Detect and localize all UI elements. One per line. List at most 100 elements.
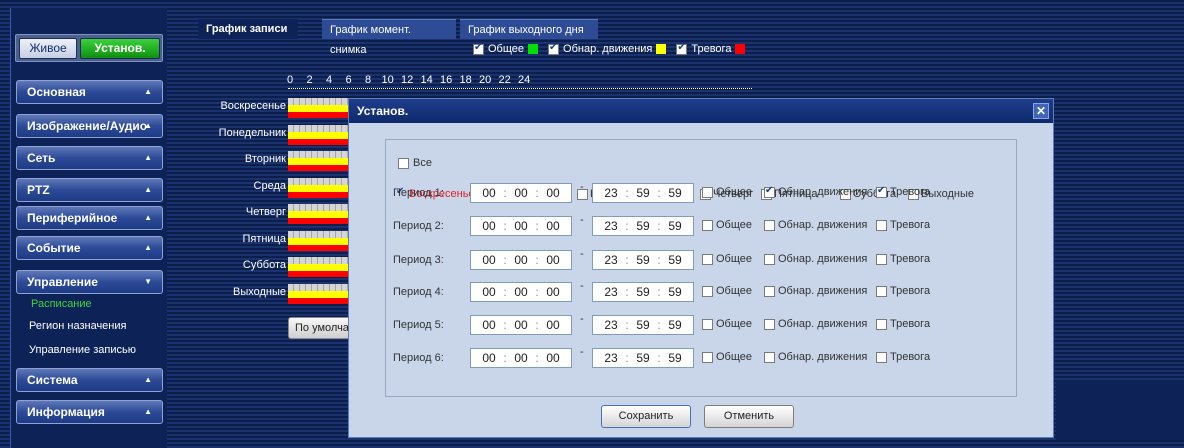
end-time-part[interactable]: 59: [632, 184, 654, 202]
menu-ptz-button[interactable]: PTZ ▲: [16, 178, 163, 202]
start-time-part[interactable]: 00: [478, 184, 500, 202]
start-time-input[interactable]: 00:00:00: [470, 216, 572, 236]
period-label: Период 6:: [393, 352, 444, 364]
end-time-part[interactable]: 59: [664, 316, 686, 334]
period-alarm-checkbox[interactable]: [876, 254, 887, 265]
start-time-part[interactable]: 00: [542, 251, 564, 269]
period-general-checkbox[interactable]: [702, 187, 713, 198]
period-general-checkbox[interactable]: [702, 220, 713, 231]
menu-network-button[interactable]: Сеть ▲: [16, 146, 163, 170]
start-time-part[interactable]: 00: [542, 217, 564, 235]
day-schedule-bar[interactable]: [288, 124, 350, 145]
period-general-checkbox[interactable]: [702, 286, 713, 297]
start-time-part[interactable]: 00: [510, 184, 532, 202]
start-time-part[interactable]: 00: [542, 349, 564, 367]
default-button[interactable]: По умолча: [288, 317, 354, 339]
period-motion-checkbox[interactable]: [764, 319, 775, 330]
end-time-part[interactable]: 23: [600, 283, 622, 301]
start-time-part[interactable]: 00: [478, 251, 500, 269]
day-schedule-bar[interactable]: [288, 257, 350, 277]
start-time-input[interactable]: 00:00:00: [470, 348, 572, 368]
period-motion-checkbox[interactable]: [764, 254, 775, 265]
end-time-part[interactable]: 23: [600, 217, 622, 235]
end-time-input[interactable]: 23:59:59: [592, 216, 694, 236]
end-time-part[interactable]: 23: [600, 251, 622, 269]
end-time-part[interactable]: 59: [632, 283, 654, 301]
period-alarm-checkbox[interactable]: [876, 185, 887, 198]
day-schedule-bar[interactable]: [288, 177, 350, 198]
period-motion-checkbox[interactable]: [764, 286, 775, 297]
end-time-input[interactable]: 23:59:59: [592, 348, 694, 368]
menu-peripheral-button[interactable]: Периферийное ▲: [16, 206, 163, 230]
start-time-part[interactable]: 00: [510, 316, 532, 334]
save-button[interactable]: Сохранить: [601, 405, 691, 428]
end-time-input[interactable]: 23:59:59: [592, 183, 694, 203]
end-time-part[interactable]: 59: [632, 217, 654, 235]
tab-holiday-schedule[interactable]: График выходного дня: [460, 19, 598, 39]
start-time-input[interactable]: 00:00:00: [470, 315, 572, 335]
end-time-input[interactable]: 23:59:59: [592, 315, 694, 335]
start-time-part[interactable]: 00: [478, 349, 500, 367]
end-time-part[interactable]: 59: [664, 217, 686, 235]
start-time-part[interactable]: 00: [542, 283, 564, 301]
tab-record-schedule[interactable]: График записи: [198, 19, 298, 39]
day-schedule-bar[interactable]: [288, 230, 350, 251]
end-time-part[interactable]: 59: [664, 184, 686, 202]
end-time-part[interactable]: 59: [632, 251, 654, 269]
period-alarm-checkbox[interactable]: [876, 286, 887, 297]
start-time-input[interactable]: 00:00:00: [470, 250, 572, 270]
end-time-input[interactable]: 23:59:59: [592, 282, 694, 302]
start-time-part[interactable]: 00: [478, 283, 500, 301]
close-icon[interactable]: ✕: [1033, 103, 1049, 119]
setup-button[interactable]: Установ.: [80, 38, 160, 59]
end-time-part[interactable]: 59: [632, 349, 654, 367]
start-time-input[interactable]: 00:00:00: [470, 282, 572, 302]
period-motion-checkbox[interactable]: [764, 185, 775, 198]
period-alarm-checkbox[interactable]: [876, 319, 887, 330]
end-time-part[interactable]: 23: [600, 184, 622, 202]
day-schedule-bar[interactable]: [288, 98, 350, 118]
end-time-part[interactable]: 59: [664, 349, 686, 367]
end-time-part[interactable]: 59: [664, 283, 686, 301]
cancel-button[interactable]: Отменить: [704, 405, 794, 428]
start-time-part[interactable]: 00: [510, 283, 532, 301]
start-time-input[interactable]: 00:00:00: [470, 183, 572, 203]
period-motion-checkbox[interactable]: [764, 352, 775, 363]
period-motion-checkbox[interactable]: [764, 220, 775, 231]
menu-image-audio-button[interactable]: Изображение/Аудио ▲: [16, 114, 163, 138]
submenu-record-control[interactable]: Управление записью: [29, 344, 136, 356]
submenu-schedule[interactable]: Расписание: [31, 298, 92, 310]
live-button[interactable]: Живое: [19, 38, 77, 59]
end-time-part[interactable]: 23: [600, 349, 622, 367]
legend-general-checkbox[interactable]: [473, 42, 484, 55]
menu-info-button[interactable]: Информация ▲: [16, 400, 163, 424]
start-time-part[interactable]: 00: [478, 316, 500, 334]
start-time-part[interactable]: 00: [542, 184, 564, 202]
end-time-part[interactable]: 59: [664, 251, 686, 269]
end-time-part[interactable]: 23: [600, 316, 622, 334]
period-general-checkbox[interactable]: [702, 319, 713, 330]
tab-snapshot-schedule[interactable]: График момент. снимка: [322, 19, 456, 56]
start-time-part[interactable]: 00: [510, 217, 532, 235]
day-schedule-bar[interactable]: [288, 151, 350, 171]
day-schedule-bar[interactable]: [288, 204, 350, 224]
start-time-part[interactable]: 00: [510, 251, 532, 269]
day-schedule-bar[interactable]: [288, 283, 350, 304]
all-days-checkbox[interactable]: [398, 158, 409, 169]
menu-event-button[interactable]: Событие ▲: [16, 236, 163, 260]
period-alarm-checkbox[interactable]: [876, 352, 887, 363]
submenu-target-region[interactable]: Регион назначения: [29, 320, 126, 332]
period-general-checkbox[interactable]: [702, 254, 713, 265]
menu-system-button[interactable]: Система ▲: [16, 368, 163, 392]
start-time-part[interactable]: 00: [478, 217, 500, 235]
legend-alarm-checkbox[interactable]: [676, 42, 688, 55]
end-time-input[interactable]: 23:59:59: [592, 250, 694, 270]
legend-motion-checkbox[interactable]: [548, 42, 560, 55]
menu-management-button[interactable]: Управление ▼: [16, 270, 163, 294]
start-time-part[interactable]: 00: [510, 349, 532, 367]
start-time-part[interactable]: 00: [542, 316, 564, 334]
period-alarm-checkbox[interactable]: [876, 220, 887, 231]
end-time-part[interactable]: 59: [632, 316, 654, 334]
menu-basic-button[interactable]: Основная ▲: [16, 80, 163, 104]
period-general-checkbox[interactable]: [702, 352, 713, 363]
